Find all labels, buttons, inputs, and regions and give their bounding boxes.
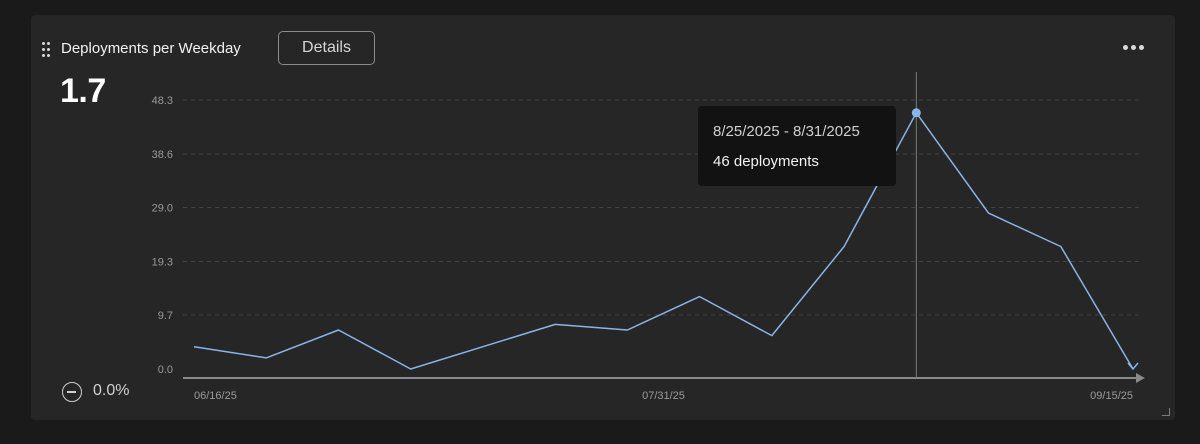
y-tick-label: 38.6: [152, 149, 173, 161]
y-tick-label: 9.7: [158, 310, 173, 322]
line-chart: 0.0 9.7 19.3 29.0 38.6 48.3 06/16/25 07/31/25 09…: [152, 72, 1145, 402]
tooltip-value: 46 deployments: [713, 153, 819, 170]
x-tick-label: 07/31/25: [642, 390, 685, 402]
line-end-arrow-icon: [1127, 362, 1139, 371]
highlighted-point: [911, 108, 921, 118]
tooltip-range: 8/25/2025 - 8/31/2025: [713, 123, 860, 140]
x-tick-label: 06/16/25: [194, 390, 237, 402]
y-tick-label: 29.0: [152, 202, 173, 214]
chart-tooltip: 8/25/2025 - 8/31/2025 46 deployments: [698, 106, 896, 186]
resize-handle-icon[interactable]: [1162, 408, 1170, 416]
y-tick-label: 19.3: [152, 257, 173, 269]
no-change-icon: [62, 382, 82, 402]
x-axis-arrow-icon: [1136, 373, 1145, 383]
series-line: [193, 112, 1134, 370]
y-tick-label: 0.0: [158, 364, 173, 376]
change-value: 0.0%: [93, 382, 130, 399]
y-tick-label: 48.3: [152, 95, 173, 107]
x-tick-label: 09/15/25: [1090, 390, 1133, 402]
